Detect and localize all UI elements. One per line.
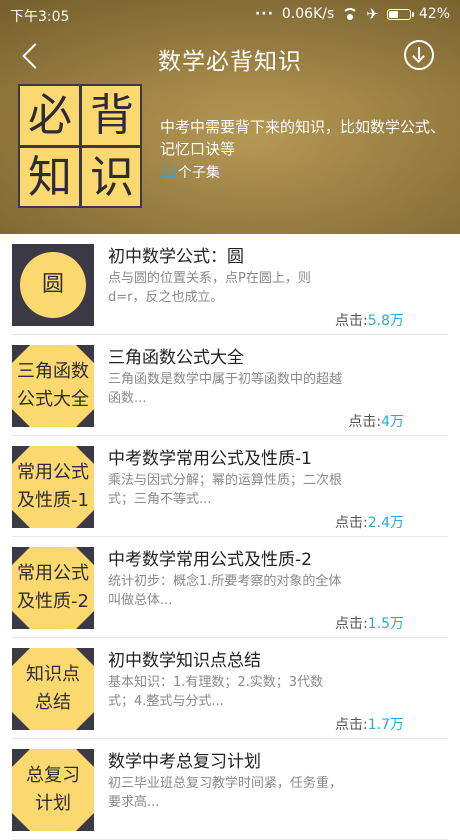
- item-subtitle: 基本知识：1.有理数；2.实数；3代数式；4.整式与分式...: [108, 675, 324, 709]
- item-title: 中考数学常用公式及性质-2: [108, 550, 312, 570]
- item-subtitle: 点与圆的位置关系，点P在圆上，则d=r，反之也成立。: [108, 271, 311, 305]
- thumb-label: 公式大全: [17, 389, 89, 410]
- item-thumbnail: 常用公式及性质-2: [12, 547, 94, 629]
- cover-char: 识: [90, 152, 134, 203]
- status-bar: 下午3:05 ··· 0.06K/s ✈ 42%: [0, 0, 460, 28]
- subset-count: 12个子集: [160, 162, 220, 182]
- list-item[interactable]: 圆 初中数学公式：圆 点与圆的位置关系，点P在圆上，则d=r，反之也成立。 点击…: [12, 234, 448, 335]
- item-subtitle: 乘法与因式分解；幂的运算性质；二次根式；三角不等式...: [108, 473, 343, 507]
- battery-level: 42%: [418, 6, 450, 22]
- item-thumbnail: 知识点 总结: [12, 648, 94, 730]
- subset-number: 12: [160, 165, 178, 181]
- clicks-label: 点击:: [335, 616, 368, 632]
- clicks-value: 1.5万: [367, 616, 404, 632]
- thumb-label: 知识点: [26, 664, 80, 685]
- clicks-label: 点击:: [348, 414, 382, 430]
- page-title: 数学必背知识: [158, 49, 302, 75]
- thumb-label: 及性质-2: [17, 591, 89, 612]
- thumb-label: 及性质-1: [17, 490, 89, 511]
- network-speed: 0.06K/s: [281, 6, 335, 22]
- item-title: 数学中考总复习计划: [108, 752, 261, 772]
- thumb-label: 常用公式: [17, 563, 89, 584]
- more-dots-icon: ···: [254, 6, 274, 22]
- clicks-label: 点击:: [335, 717, 368, 733]
- cover-char: 必: [28, 90, 72, 141]
- item-subtitle: 三角函数是数学中属于初等函数中的超越函数...: [108, 372, 343, 406]
- list-item[interactable]: 三角函数 公式大全 三角函数公式大全 三角函数是数学中属于初等函数中的超越函数..…: [12, 335, 448, 436]
- thumb-label: 总结: [35, 692, 71, 713]
- item-clicks: 点击:1.5万: [335, 613, 404, 633]
- clicks-value: 4万: [381, 414, 404, 430]
- item-clicks: 点击:4万: [348, 411, 404, 431]
- toolbar: 数学必背知识: [0, 32, 460, 80]
- item-thumbnail: 总复习 计划: [12, 749, 94, 831]
- item-title: 初中数学公式：圆: [108, 247, 244, 267]
- clicks-label: 点击:: [335, 313, 368, 329]
- thumb-label: 三角函数: [17, 361, 89, 382]
- thumb-label: 圆: [20, 252, 86, 318]
- cover-char: 背: [90, 90, 134, 141]
- list-item[interactable]: 常用公式及性质-1 中考数学常用公式及性质-1 乘法与因式分解；幂的运算性质；二…: [12, 436, 448, 537]
- download-button[interactable]: [404, 40, 434, 70]
- item-thumbnail: 三角函数 公式大全: [12, 345, 94, 427]
- item-thumbnail: 圆: [12, 244, 94, 326]
- status-time: 下午3:05: [10, 9, 70, 25]
- thumb-label: 总复习: [26, 765, 80, 786]
- item-list: 圆 初中数学公式：圆 点与圆的位置关系，点P在圆上，则d=r，反之也成立。 点击…: [0, 234, 460, 840]
- item-clicks: 点击:5.8万: [335, 310, 404, 330]
- clicks-label: 点击:: [335, 515, 368, 531]
- list-item[interactable]: 知识点总结 初中数学知识点总结 基本知识：1.有理数；2.实数；3代数式；4.整…: [12, 638, 448, 739]
- album-cover: 必 背 知 识: [18, 84, 142, 208]
- item-subtitle: 统计初步：概念1.所要考察的对象的全体叫做总体...: [108, 574, 342, 608]
- clicks-value: 5.8万: [367, 313, 404, 329]
- clicks-value: 1.7万: [367, 717, 404, 733]
- thumb-label: 常用公式: [17, 462, 89, 483]
- clicks-value: 2.4万: [367, 515, 404, 531]
- subset-suffix: 个子集: [177, 165, 220, 181]
- item-title: 中考数学常用公式及性质-1: [108, 449, 312, 469]
- album-description: 中考中需要背下来的知识，比如数学公式、记忆口诀等: [160, 118, 446, 158]
- item-subtitle: 初三毕业班总复习教学时间紧，任务重，要求高...: [108, 776, 343, 810]
- item-clicks: 点击:2.4万: [335, 512, 404, 532]
- item-title: 三角函数公式大全: [108, 348, 244, 368]
- list-item[interactable]: 常用公式及性质-2 中考数学常用公式及性质-2 统计初步：概念1.所要考察的对象…: [12, 537, 448, 638]
- wifi-icon: [342, 8, 359, 20]
- cover-char: 知: [28, 152, 72, 203]
- thumb-label: 计划: [35, 793, 71, 814]
- item-clicks: 点击:1.7万: [335, 714, 404, 734]
- battery-icon: [386, 8, 414, 20]
- list-item[interactable]: 总复习计划 数学中考总复习计划 初三毕业班总复习教学时间紧，任务重，要求高...: [12, 739, 448, 840]
- airplane-icon: ✈: [366, 5, 379, 23]
- item-thumbnail: 常用公式及性质-1: [12, 446, 94, 528]
- item-title: 初中数学知识点总结: [108, 651, 261, 671]
